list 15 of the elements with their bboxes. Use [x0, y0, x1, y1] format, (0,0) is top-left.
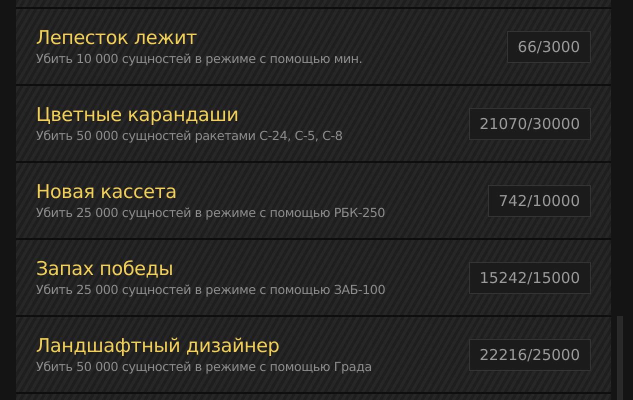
progress-counter: 742/10000 — [488, 184, 591, 216]
achievement-description: Убить 50 000 сущностей ракетами С-24, С-5, С-8 — [36, 128, 343, 143]
achievement-description: Убить 50 000 сущностей в режиме с помощью Града — [36, 359, 372, 374]
achievement-description: Убить 25 000 сущностей в режиме с помощью ЗАБ-100 — [36, 282, 386, 297]
progress-counter: 21070/30000 — [468, 108, 591, 140]
progress-counter: 66/3000 — [506, 30, 591, 62]
achievement-title: Запах победы — [36, 258, 174, 280]
achievement-title: Лепесток лежит — [36, 27, 198, 49]
achievement-title: Новая кассета — [36, 181, 178, 203]
achievement-title: Цветные карандаши — [36, 104, 240, 126]
achievement-description: Убить 25 000 сущностей в режиме с помощью РБК-250 — [36, 205, 386, 220]
progress-counter: 22216/25000 — [468, 338, 591, 370]
progress-counter: 15242/15000 — [468, 262, 591, 294]
achievement-description: Убить 10 000 сущностей в режиме с помощью мин. — [36, 51, 362, 66]
achievement-title: Ландшафтный дизайнер — [36, 335, 280, 357]
